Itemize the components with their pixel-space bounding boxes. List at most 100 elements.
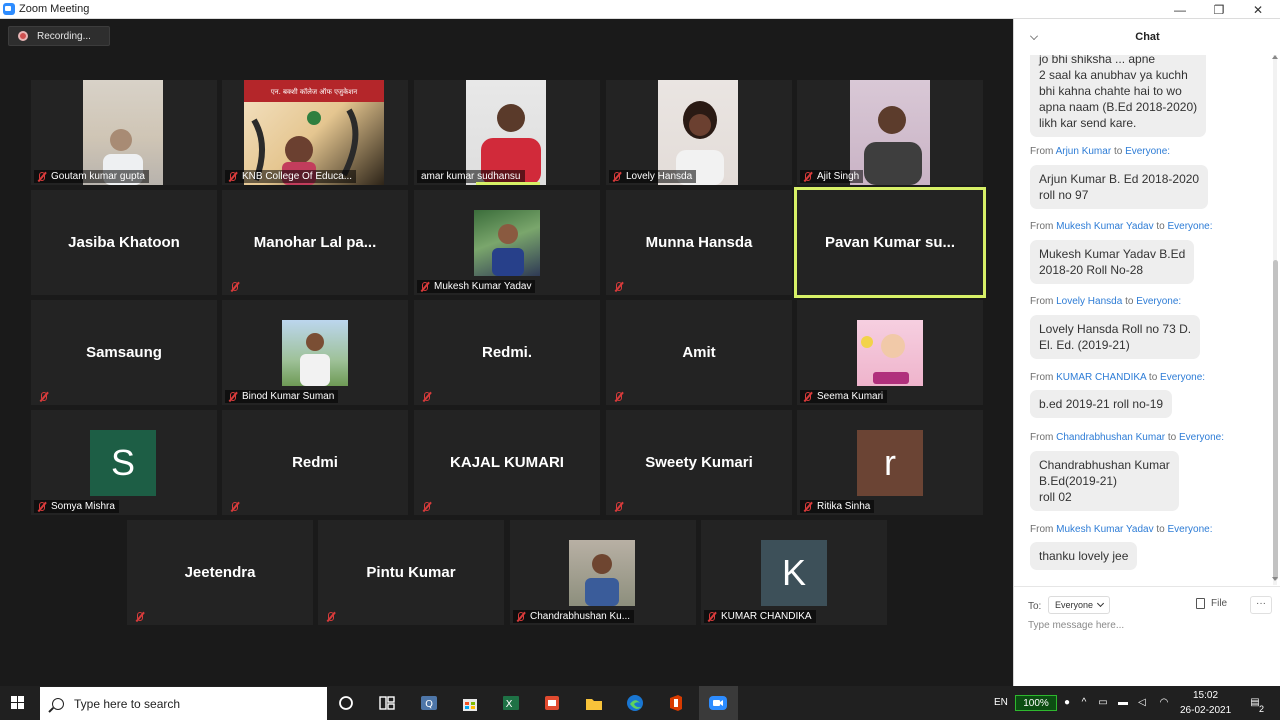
recording-label: Recording... <box>37 30 91 42</box>
message-sender-line: From Mukesh Kumar Yadav to Everyone: <box>1030 221 1213 232</box>
sender-name[interactable]: Mukesh Kumar Yadav <box>1056 524 1153 535</box>
task-view-icon[interactable] <box>377 693 397 713</box>
participant-tile[interactable]: Binod Kumar Suman <box>222 300 408 405</box>
office-icon[interactable] <box>666 693 686 713</box>
store-icon[interactable] <box>460 693 480 713</box>
participant-name: Lovely Hansda <box>626 171 693 182</box>
participant-tile[interactable]: Sweety Kumari <box>606 410 792 515</box>
chat-compose: To: Everyone File ··· Type message here.… <box>1014 586 1280 686</box>
chat-message: Arjun Kumar B. Ed 2018-2020 roll no 97 <box>1030 165 1209 209</box>
mic-muted-icon <box>39 392 48 402</box>
message-line: thanku lovely jee <box>1039 549 1129 563</box>
mic-muted-icon <box>422 502 431 512</box>
participant-tile[interactable]: amar kumar sudhansu <box>414 80 600 185</box>
participant-display-name: Redmi <box>292 454 338 471</box>
maximize-button[interactable]: ❐ <box>1200 0 1238 19</box>
participant-name: Goutam kumar gupta <box>51 171 145 182</box>
participant-tile[interactable]: Amit <box>606 300 792 405</box>
sender-name[interactable]: Arjun Kumar <box>1056 146 1112 157</box>
participant-label: Ajit Singh <box>800 170 864 183</box>
language-indicator[interactable]: EN <box>994 697 1008 708</box>
sender-name[interactable]: KUMAR CHANDIKA <box>1056 372 1146 383</box>
participant-tile[interactable]: एन. बक्शी कॉलेज ऑफ एजुकेशन KNB College O… <box>222 80 408 185</box>
participant-tile[interactable]: Mukesh Kumar Yadav <box>414 190 600 295</box>
scrollbar-thumb[interactable] <box>1273 260 1278 580</box>
message-input[interactable]: Type message here... <box>1028 620 1124 631</box>
participant-tile[interactable]: Goutam kumar gupta <box>31 80 217 185</box>
scroll-down-arrow-icon[interactable] <box>1272 577 1278 581</box>
message-line: jo bhi shiksha ... apne <box>1039 55 1156 66</box>
chat-scrollbar[interactable] <box>1271 55 1279 585</box>
participant-tile[interactable]: r Ritika Sinha <box>797 410 983 515</box>
app-icon-teams[interactable]: Q <box>419 693 439 713</box>
close-button[interactable]: ✕ <box>1239 0 1277 19</box>
record-icon <box>18 31 28 41</box>
participant-tile[interactable]: Redmi. <box>414 300 600 405</box>
participant-tile[interactable]: S Somya Mishra <box>31 410 217 515</box>
file-button[interactable]: File <box>1196 598 1227 609</box>
sender-name[interactable]: Chandrabhushan Kumar <box>1056 432 1165 443</box>
scroll-up-arrow-icon[interactable] <box>1272 55 1278 59</box>
zoom-app-icon[interactable] <box>708 693 728 713</box>
participant-tile[interactable]: Ajit Singh <box>797 80 983 185</box>
participant-display-name: Samsaung <box>86 344 162 361</box>
participant-tile[interactable]: Redmi <box>222 410 408 515</box>
chevron-down-icon <box>1096 599 1105 608</box>
participant-tile[interactable]: Munna Hansda <box>606 190 792 295</box>
participant-tile[interactable]: K KUMAR CHANDIKA <box>701 520 887 625</box>
edge-icon[interactable] <box>625 693 645 713</box>
participant-label: Mukesh Kumar Yadav <box>417 280 536 293</box>
participant-label: Ritika Sinha <box>800 500 875 513</box>
participant-tile[interactable]: Pintu Kumar <box>318 520 504 625</box>
message-line: likh kar send kare. <box>1039 116 1137 130</box>
microphone-icon[interactable]: ● <box>1061 697 1073 709</box>
pdf-icon[interactable] <box>542 693 562 713</box>
excel-icon[interactable]: X <box>501 693 521 713</box>
wifi-icon[interactable]: ◠ <box>1158 697 1170 709</box>
clock-date[interactable]: 26-02-2021 <box>1180 705 1231 716</box>
to-word: to <box>1125 296 1134 307</box>
participant-tile[interactable]: Jeetendra <box>127 520 313 625</box>
sender-name[interactable]: Mukesh Kumar Yadav <box>1056 221 1153 232</box>
windows-taskbar: Type here to search Q X EN 100% ● ^ ▭ ▬ … <box>0 686 1280 720</box>
sender-name[interactable]: Lovely Hansda <box>1056 296 1122 307</box>
meeting-gallery: Recording... Goutam kumar gupta एन. बक्श… <box>0 19 1013 686</box>
message-line: El. Ed. (2019-21) <box>1039 338 1130 352</box>
participant-tile[interactable]: Jasiba Khatoon <box>31 190 217 295</box>
participant-tile[interactable]: Chandrabhushan Ku... <box>510 520 696 625</box>
participant-tile[interactable]: KAJAL KUMARI <box>414 410 600 515</box>
windows-start-icon[interactable] <box>11 696 25 710</box>
participant-tile[interactable]: Samsaung <box>31 300 217 405</box>
participant-tile[interactable]: Seema Kumari <box>797 300 983 405</box>
minimize-button[interactable]: — <box>1161 0 1199 19</box>
volume-icon[interactable]: ◁ <box>1136 697 1148 709</box>
recipient-name: Everyone: <box>1125 146 1171 157</box>
active-speaker-tile[interactable]: Pavan Kumar su... <box>794 187 986 298</box>
to-word: to <box>1156 221 1165 232</box>
participant-label: KNB College Of Educa... <box>225 170 357 183</box>
participant-name: Mukesh Kumar Yadav <box>434 281 532 292</box>
to-word: to <box>1167 432 1177 443</box>
recording-indicator[interactable]: Recording... <box>8 26 110 46</box>
chat-message-list[interactable]: jo bhi shiksha ... apne 2 saal ka anubha… <box>1014 55 1270 585</box>
recipient-value: Everyone <box>1055 600 1094 610</box>
file-explorer-icon[interactable] <box>584 693 604 713</box>
chevron-up-icon[interactable]: ^ <box>1078 697 1090 709</box>
taskbar-search-box[interactable]: Type here to search <box>40 687 327 720</box>
more-options-button[interactable]: ··· <box>1250 596 1272 614</box>
participant-display-name: Manohar Lal pa... <box>253 234 377 251</box>
participant-name: Ajit Singh <box>817 171 860 182</box>
network-devices-icon[interactable]: ▭ <box>1097 697 1109 709</box>
battery-percentage[interactable]: 100% <box>1015 695 1057 711</box>
participant-tile[interactable]: Lovely Hansda <box>606 80 792 185</box>
battery-icon[interactable]: ▬ <box>1117 697 1129 709</box>
message-line: B.Ed(2019-21) <box>1039 474 1118 488</box>
message-line: bhi kahna chahte hai to wo <box>1039 84 1182 98</box>
chat-message: b.ed 2019-21 roll no-19 <box>1030 390 1173 418</box>
participant-tile[interactable]: Manohar Lal pa... <box>222 190 408 295</box>
cortana-icon[interactable] <box>336 693 356 713</box>
message-sender-line: From Lovely Hansda to Everyone: <box>1030 296 1181 307</box>
recipient-dropdown[interactable]: Everyone <box>1048 596 1111 614</box>
mic-muted-icon <box>516 611 525 622</box>
clock-time[interactable]: 15:02 <box>1193 690 1218 701</box>
